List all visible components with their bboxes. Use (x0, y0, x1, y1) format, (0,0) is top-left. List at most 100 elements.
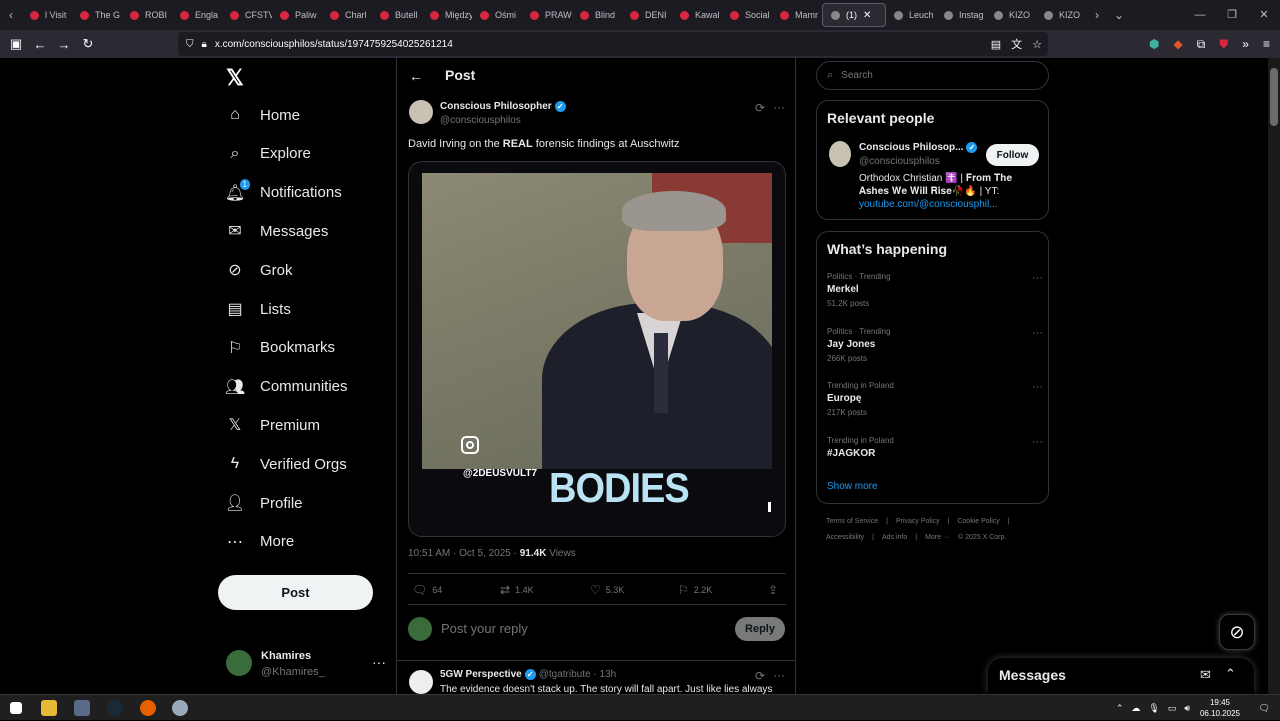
reload-icon[interactable]: ↻ (76, 36, 100, 52)
firefox-icon[interactable] (140, 700, 156, 716)
reply-author-name[interactable]: 5GW Perspective (440, 669, 522, 680)
footer-link[interactable]: Accessibility (826, 534, 864, 541)
volume-icon[interactable]: 🔊︎ (1184, 703, 1190, 714)
tray-chevron-icon[interactable]: ⌃ (1116, 703, 1124, 714)
footer-link[interactable]: Terms of Service (826, 518, 878, 525)
reply-more-icon[interactable]: ··· (773, 668, 785, 682)
network-icon[interactable]: ▭ (1168, 703, 1177, 714)
sidebar-item-more[interactable]: ⋯ More (226, 523, 294, 561)
sidebar-toggle-icon[interactable]: ▣ (4, 36, 28, 52)
author-handle[interactable]: @consciousphilos (440, 115, 521, 126)
browser-tab[interactable]: The G (72, 0, 122, 30)
close-window-icon[interactable]: ✕ (1248, 0, 1280, 30)
sidebar-item-communities[interactable]: 👥︎ Communities (225, 368, 348, 406)
address-bar[interactable]: ⛉ 🔒︎ x.com/consciousphilos/status/197475… (178, 32, 1048, 56)
sidebar-item-explore[interactable]: ⌕ Explore (226, 135, 311, 173)
trend-more-icon[interactable]: ··· (1032, 436, 1043, 448)
show-more-link[interactable]: Show more (827, 481, 878, 492)
reply-icon[interactable]: 🗨︎ (412, 583, 427, 597)
post-time[interactable]: 10:51 AM · Oct 5, 2025 · (408, 548, 520, 559)
tab-scroll-left-icon[interactable]: ‹ (0, 8, 22, 22)
bio-link[interactable]: youtube.com/@consciousphil... (859, 199, 998, 210)
file-explorer-icon[interactable] (41, 700, 57, 716)
browser-tab[interactable]: DENI (622, 0, 672, 30)
tab-list-dropdown-icon[interactable]: ⌄ (1108, 8, 1130, 22)
account-more-icon[interactable]: ··· (372, 654, 386, 670)
scrollbar-thumb[interactable] (1270, 68, 1278, 126)
ublock-icon[interactable]: ⛊ (1219, 37, 1228, 52)
account-switcher[interactable]: Khamires @Khamires_ ··· (226, 648, 386, 690)
sidebar-item-messages[interactable]: ✉ Messages (226, 212, 328, 250)
relevant-person-name-text[interactable]: Conscious Philosop... (859, 142, 963, 153)
sidebar-item-grok[interactable]: ⊘ Grok (226, 251, 292, 289)
browser-tab[interactable]: Kawal (672, 0, 722, 30)
notifications-icon[interactable]: 🗨︎ (1259, 703, 1270, 714)
post-more-icon[interactable]: ··· (773, 100, 785, 114)
sidebar-item-premium[interactable]: 𝕏 Premium (226, 406, 320, 444)
author-avatar[interactable] (409, 100, 433, 124)
steam-icon[interactable] (107, 700, 123, 716)
expand-drawer-icon[interactable]: ⌃ (1225, 666, 1236, 682)
reply-author[interactable]: 5GW Perspective ✓ @tgatribute · 13h (440, 669, 616, 680)
bookmark-star-icon[interactable]: ☆ (1032, 38, 1042, 51)
share-icon[interactable]: ⇪ (768, 583, 778, 597)
translate-icon[interactable]: 文 (1011, 36, 1022, 52)
footer-link[interactable]: Privacy Policy (896, 518, 940, 525)
trend-item[interactable]: Politics · Trending Jay Jones 266K posts ··… (827, 327, 1043, 363)
reply-author-handle[interactable]: @tgatribute · 13h (539, 669, 616, 680)
post-button[interactable]: Post (218, 575, 373, 610)
follow-button[interactable]: Follow (986, 144, 1039, 166)
browser-tab[interactable]: Mamr (772, 0, 822, 30)
trend-item[interactable]: Politics · Trending Merkel 51.2K posts ··· (827, 272, 1043, 308)
sidebar-item-bookmarks[interactable]: ⚐ Bookmarks (226, 329, 335, 367)
grok-explain-icon[interactable]: ⟳ (755, 669, 765, 683)
page-scrollbar[interactable] (1268, 58, 1280, 694)
reply-author-avatar[interactable] (409, 670, 433, 694)
browser-tab[interactable]: Paliw (272, 0, 322, 30)
sidebar-item-profile[interactable]: 👤︎ Profile (225, 484, 303, 522)
share-action[interactable]: ⇪ (768, 583, 778, 597)
browser-tab[interactable]: CFSTV (222, 0, 272, 30)
bookmark-action[interactable]: ⚐ 2.2K (678, 583, 712, 597)
browser-tab[interactable]: KIZO (986, 0, 1036, 30)
footer-link[interactable]: © 2025 X Corp. (958, 534, 1006, 541)
overflow-menu-icon[interactable]: » (1242, 37, 1249, 51)
browser-tab[interactable]: Butell (372, 0, 422, 30)
browser-tab[interactable]: Blind (572, 0, 622, 30)
post-video[interactable]: @2DEUSVULT7 BODIES (408, 161, 786, 537)
bookmark-icon[interactable]: ⚐ (678, 583, 689, 597)
browser-tab[interactable]: Social (722, 0, 772, 30)
url-text[interactable]: x.com/consciousphilos/status/19747592540… (215, 39, 453, 50)
browser-tab-active[interactable]: (1) ✕ (822, 3, 886, 27)
forward-icon[interactable]: → (52, 37, 76, 52)
relevant-person-avatar[interactable] (829, 141, 851, 167)
browser-tab[interactable]: Leuch (886, 0, 936, 30)
tracking-shield-icon[interactable]: ⛉ (186, 39, 194, 50)
relevant-person-name[interactable]: Conscious Philosop... ✓ (859, 142, 978, 153)
trend-more-icon[interactable]: ··· (1032, 327, 1043, 339)
extensions-icon[interactable]: ⧉ (1197, 37, 1206, 52)
footer-link[interactable]: Ads info (882, 534, 907, 541)
trend-more-icon[interactable]: ··· (1032, 381, 1043, 393)
author-name-text[interactable]: Conscious Philosopher (440, 101, 552, 112)
lock-icon[interactable]: 🔒︎ (202, 39, 207, 50)
grok-fab-icon[interactable]: ⊘ (1219, 614, 1255, 650)
tab-scroll-right-icon[interactable]: › (1086, 8, 1108, 22)
browser-tab[interactable]: Ośmi (472, 0, 522, 30)
monitor-app-icon[interactable] (74, 700, 90, 716)
repost-action[interactable]: ⇄ 1.4K (500, 583, 534, 597)
sidebar-item-notifications[interactable]: 🔔︎ 1 Notifications (225, 174, 342, 212)
browser-tab[interactable]: KIZO (1036, 0, 1086, 30)
footer-link[interactable]: More ··· (925, 534, 950, 541)
search-box[interactable]: ⌕ (816, 61, 1049, 90)
shield-extension-icon[interactable]: ⬢ (1149, 37, 1159, 51)
x-logo-icon[interactable]: 𝕏 (226, 65, 244, 91)
video-frame[interactable] (422, 173, 772, 469)
like-action[interactable]: ♡ 5.3K (590, 583, 624, 597)
trend-item[interactable]: Trending in Poland Europę 217K posts ··· (827, 381, 1043, 417)
browser-tab[interactable]: Instag (936, 0, 986, 30)
repost-icon[interactable]: ⇄ (500, 583, 510, 597)
relevant-person-handle[interactable]: @consciousphilos (859, 156, 940, 167)
fox-extension-icon[interactable]: ◆ (1173, 37, 1182, 51)
footer-link[interactable]: Cookie Policy (957, 518, 999, 525)
